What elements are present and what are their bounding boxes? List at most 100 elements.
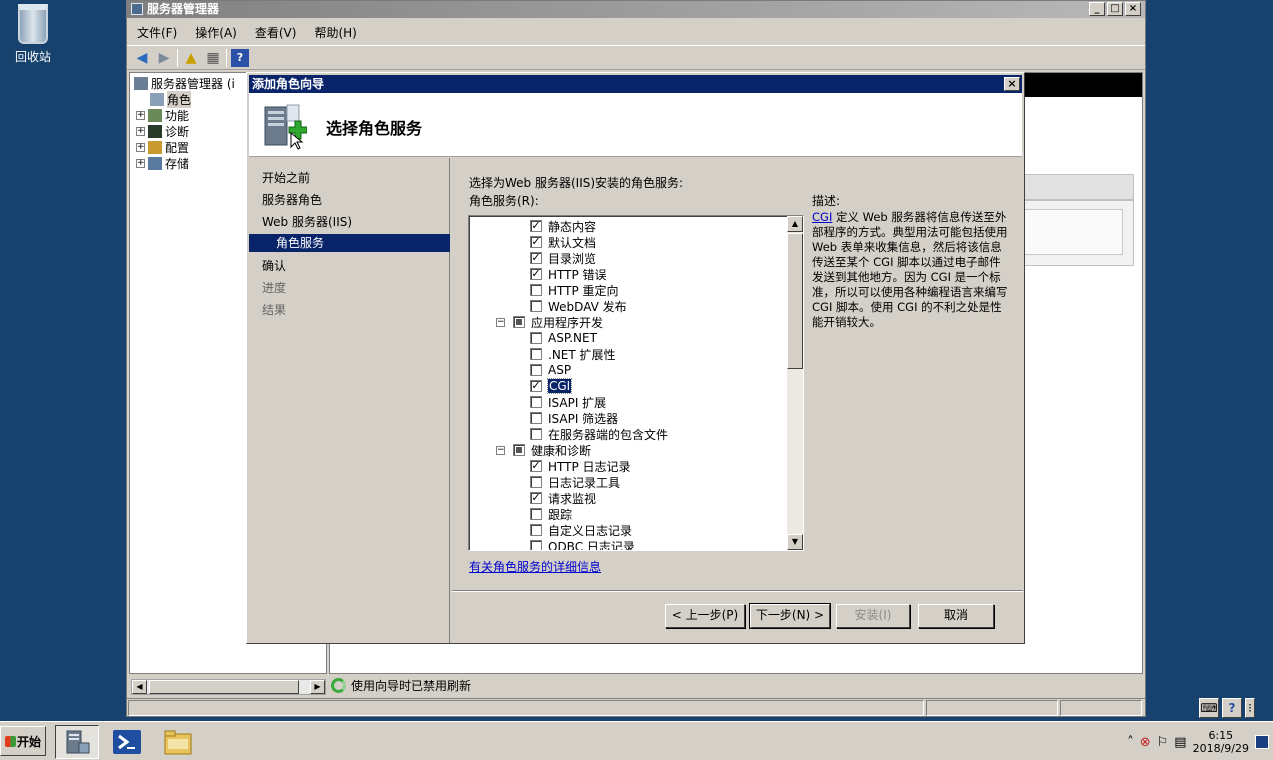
role-service-item[interactable]: ISAPI 扩展 xyxy=(530,394,606,410)
show-hide-tree-icon[interactable]: ▦ xyxy=(204,49,222,67)
taskbar-powershell[interactable] xyxy=(105,725,149,759)
role-service-item[interactable]: ✓ 请求监视 xyxy=(530,490,596,506)
next-button[interactable]: 下一步(N) > xyxy=(749,603,831,629)
tree-item-storage[interactable]: + 存储 xyxy=(136,155,189,172)
role-service-item[interactable]: .NET 扩展性 xyxy=(530,346,616,362)
role-services-vertical-scrollbar[interactable]: ▲ ▼ xyxy=(787,216,803,550)
clock[interactable]: 6:15 2018/9/29 xyxy=(1193,729,1249,755)
role-service-checkbox[interactable]: ✓ xyxy=(530,492,542,504)
recycle-bin-desktop-icon[interactable]: 回收站 xyxy=(10,4,56,65)
language-help-icon[interactable]: ? xyxy=(1222,698,1242,718)
role-service-checkbox[interactable]: ✓ xyxy=(530,220,542,232)
dialog-titlebar[interactable]: 添加角色向导 × xyxy=(249,75,1022,93)
scroll-right-icon[interactable]: ▶ xyxy=(310,680,325,694)
taskbar-server-manager[interactable] xyxy=(55,725,99,759)
taskbar-explorer[interactable] xyxy=(156,725,200,759)
menu-action[interactable]: 操作(A) xyxy=(195,24,237,41)
role-service-item[interactable]: HTTP 重定向 xyxy=(530,282,619,298)
dialog-close-button[interactable]: × xyxy=(1004,77,1020,91)
role-service-checkbox[interactable]: ✓ xyxy=(530,460,542,472)
close-button[interactable]: × xyxy=(1125,2,1141,16)
scroll-thumb[interactable] xyxy=(787,233,803,369)
cancel-button[interactable]: 取消 xyxy=(918,604,994,628)
role-service-checkbox[interactable] xyxy=(530,300,542,312)
role-service-item[interactable]: ODBC 日志记录 xyxy=(530,538,635,550)
role-service-checkbox[interactable] xyxy=(530,540,542,550)
tree-expand-icon[interactable]: + xyxy=(136,111,145,120)
back-arrow-icon[interactable]: ◀ xyxy=(133,49,151,67)
collapse-icon[interactable]: − xyxy=(496,445,505,455)
role-service-item[interactable]: ASP.NET xyxy=(530,330,597,346)
scroll-up-icon[interactable]: ▲ xyxy=(787,216,803,232)
tree-item-features[interactable]: + 功能 xyxy=(136,107,189,124)
install-button[interactable]: 安装(I) xyxy=(836,604,910,628)
tree-root[interactable]: 服务器管理器 (i xyxy=(134,75,235,92)
language-options-icon[interactable]: ⁝ xyxy=(1245,698,1255,718)
role-service-item[interactable]: ✓ HTTP 日志记录 xyxy=(530,458,631,474)
nav-web-server-iis[interactable]: Web 服务器(IIS) xyxy=(249,212,450,232)
role-service-checkbox[interactable]: ✓ xyxy=(530,236,542,248)
role-service-item[interactable]: 在服务器端的包含文件 xyxy=(530,426,668,442)
scroll-thumb[interactable] xyxy=(149,680,299,694)
previous-button[interactable]: < 上一步(P) xyxy=(665,604,745,628)
forward-arrow-icon[interactable]: ▶ xyxy=(155,49,173,67)
role-service-checkbox[interactable] xyxy=(513,316,525,328)
show-hidden-icons-icon[interactable]: ˄ xyxy=(1127,735,1134,750)
server-manager-titlebar[interactable]: 服务器管理器 _ □ × xyxy=(127,1,1145,18)
role-service-item[interactable]: WebDAV 发布 xyxy=(530,298,627,314)
up-folder-icon[interactable]: ▲ xyxy=(182,49,200,67)
more-about-role-services-link[interactable]: 有关角色服务的详细信息 xyxy=(469,558,601,575)
network-error-icon[interactable]: ⊗ xyxy=(1140,735,1151,750)
nav-server-roles[interactable]: 服务器角色 xyxy=(249,190,450,210)
role-service-item[interactable]: ISAPI 筛选器 xyxy=(530,410,618,426)
tree-expand-icon[interactable]: + xyxy=(136,159,145,168)
role-service-checkbox[interactable] xyxy=(530,284,542,296)
minimize-button[interactable]: _ xyxy=(1089,2,1105,16)
scroll-left-icon[interactable]: ◀ xyxy=(132,680,147,694)
role-service-checkbox[interactable]: ✓ xyxy=(530,268,542,280)
role-service-checkbox[interactable]: ✓ xyxy=(530,380,542,392)
nav-role-services[interactable]: 角色服务 xyxy=(249,234,450,252)
collapse-icon[interactable]: − xyxy=(496,317,505,327)
role-service-item[interactable]: − 健康和诊断 xyxy=(496,442,591,458)
description-cgi-link[interactable]: CGI xyxy=(812,210,832,224)
help-icon[interactable]: ? xyxy=(231,48,249,67)
role-service-checkbox[interactable] xyxy=(530,508,542,520)
maximize-button[interactable]: □ xyxy=(1107,2,1123,16)
role-service-checkbox[interactable] xyxy=(530,524,542,536)
role-service-checkbox[interactable] xyxy=(530,332,542,344)
start-button[interactable]: 开始 xyxy=(0,726,46,756)
role-service-checkbox[interactable] xyxy=(530,428,542,440)
menu-view[interactable]: 查看(V) xyxy=(255,24,297,41)
tree-item-roles[interactable]: 角色 xyxy=(150,91,192,108)
role-service-item[interactable]: − 应用程序开发 xyxy=(496,314,603,330)
role-services-list[interactable]: ✓ 静态内容 ✓ 默认文档 ✓ 目录浏览 ✓ HTTP 错误 HTTP 重定向 WebDAV 发布… xyxy=(468,215,804,551)
role-service-item[interactable]: ✓ 静态内容 xyxy=(530,218,596,234)
tree-expand-icon[interactable]: + xyxy=(136,143,145,152)
role-service-checkbox[interactable] xyxy=(530,364,542,376)
tree-item-configuration[interactable]: + 配置 xyxy=(136,139,189,156)
role-service-item[interactable]: 自定义日志记录 xyxy=(530,522,632,538)
tree-horizontal-scrollbar[interactable]: ◀ ▶ xyxy=(131,679,326,695)
show-desktop-button[interactable] xyxy=(1255,735,1269,749)
role-service-checkbox[interactable] xyxy=(530,348,542,360)
role-service-item[interactable]: ✓ CGI xyxy=(530,378,573,394)
menu-file[interactable]: 文件(F) xyxy=(137,24,177,41)
action-center-flag-icon[interactable]: ⚐ xyxy=(1157,735,1169,750)
scroll-down-icon[interactable]: ▼ xyxy=(787,534,803,550)
nav-before-you-begin[interactable]: 开始之前 xyxy=(249,168,450,188)
role-service-checkbox[interactable]: ✓ xyxy=(530,252,542,264)
role-service-item[interactable]: ✓ HTTP 错误 xyxy=(530,266,607,282)
role-service-checkbox[interactable] xyxy=(513,444,525,456)
nav-confirmation[interactable]: 确认 xyxy=(249,256,450,276)
role-service-item[interactable]: 跟踪 xyxy=(530,506,572,522)
keyboard-icon[interactable]: ⌨ xyxy=(1199,698,1219,718)
menu-help[interactable]: 帮助(H) xyxy=(314,24,356,41)
tree-item-diagnostics[interactable]: + 诊断 xyxy=(136,123,189,140)
role-service-item[interactable]: ✓ 默认文档 xyxy=(530,234,596,250)
role-service-item[interactable]: ASP xyxy=(530,362,571,378)
role-service-item[interactable]: 日志记录工具 xyxy=(530,474,620,490)
role-service-checkbox[interactable] xyxy=(530,396,542,408)
role-service-checkbox[interactable] xyxy=(530,476,542,488)
network-icon[interactable]: ▤ xyxy=(1174,735,1186,750)
